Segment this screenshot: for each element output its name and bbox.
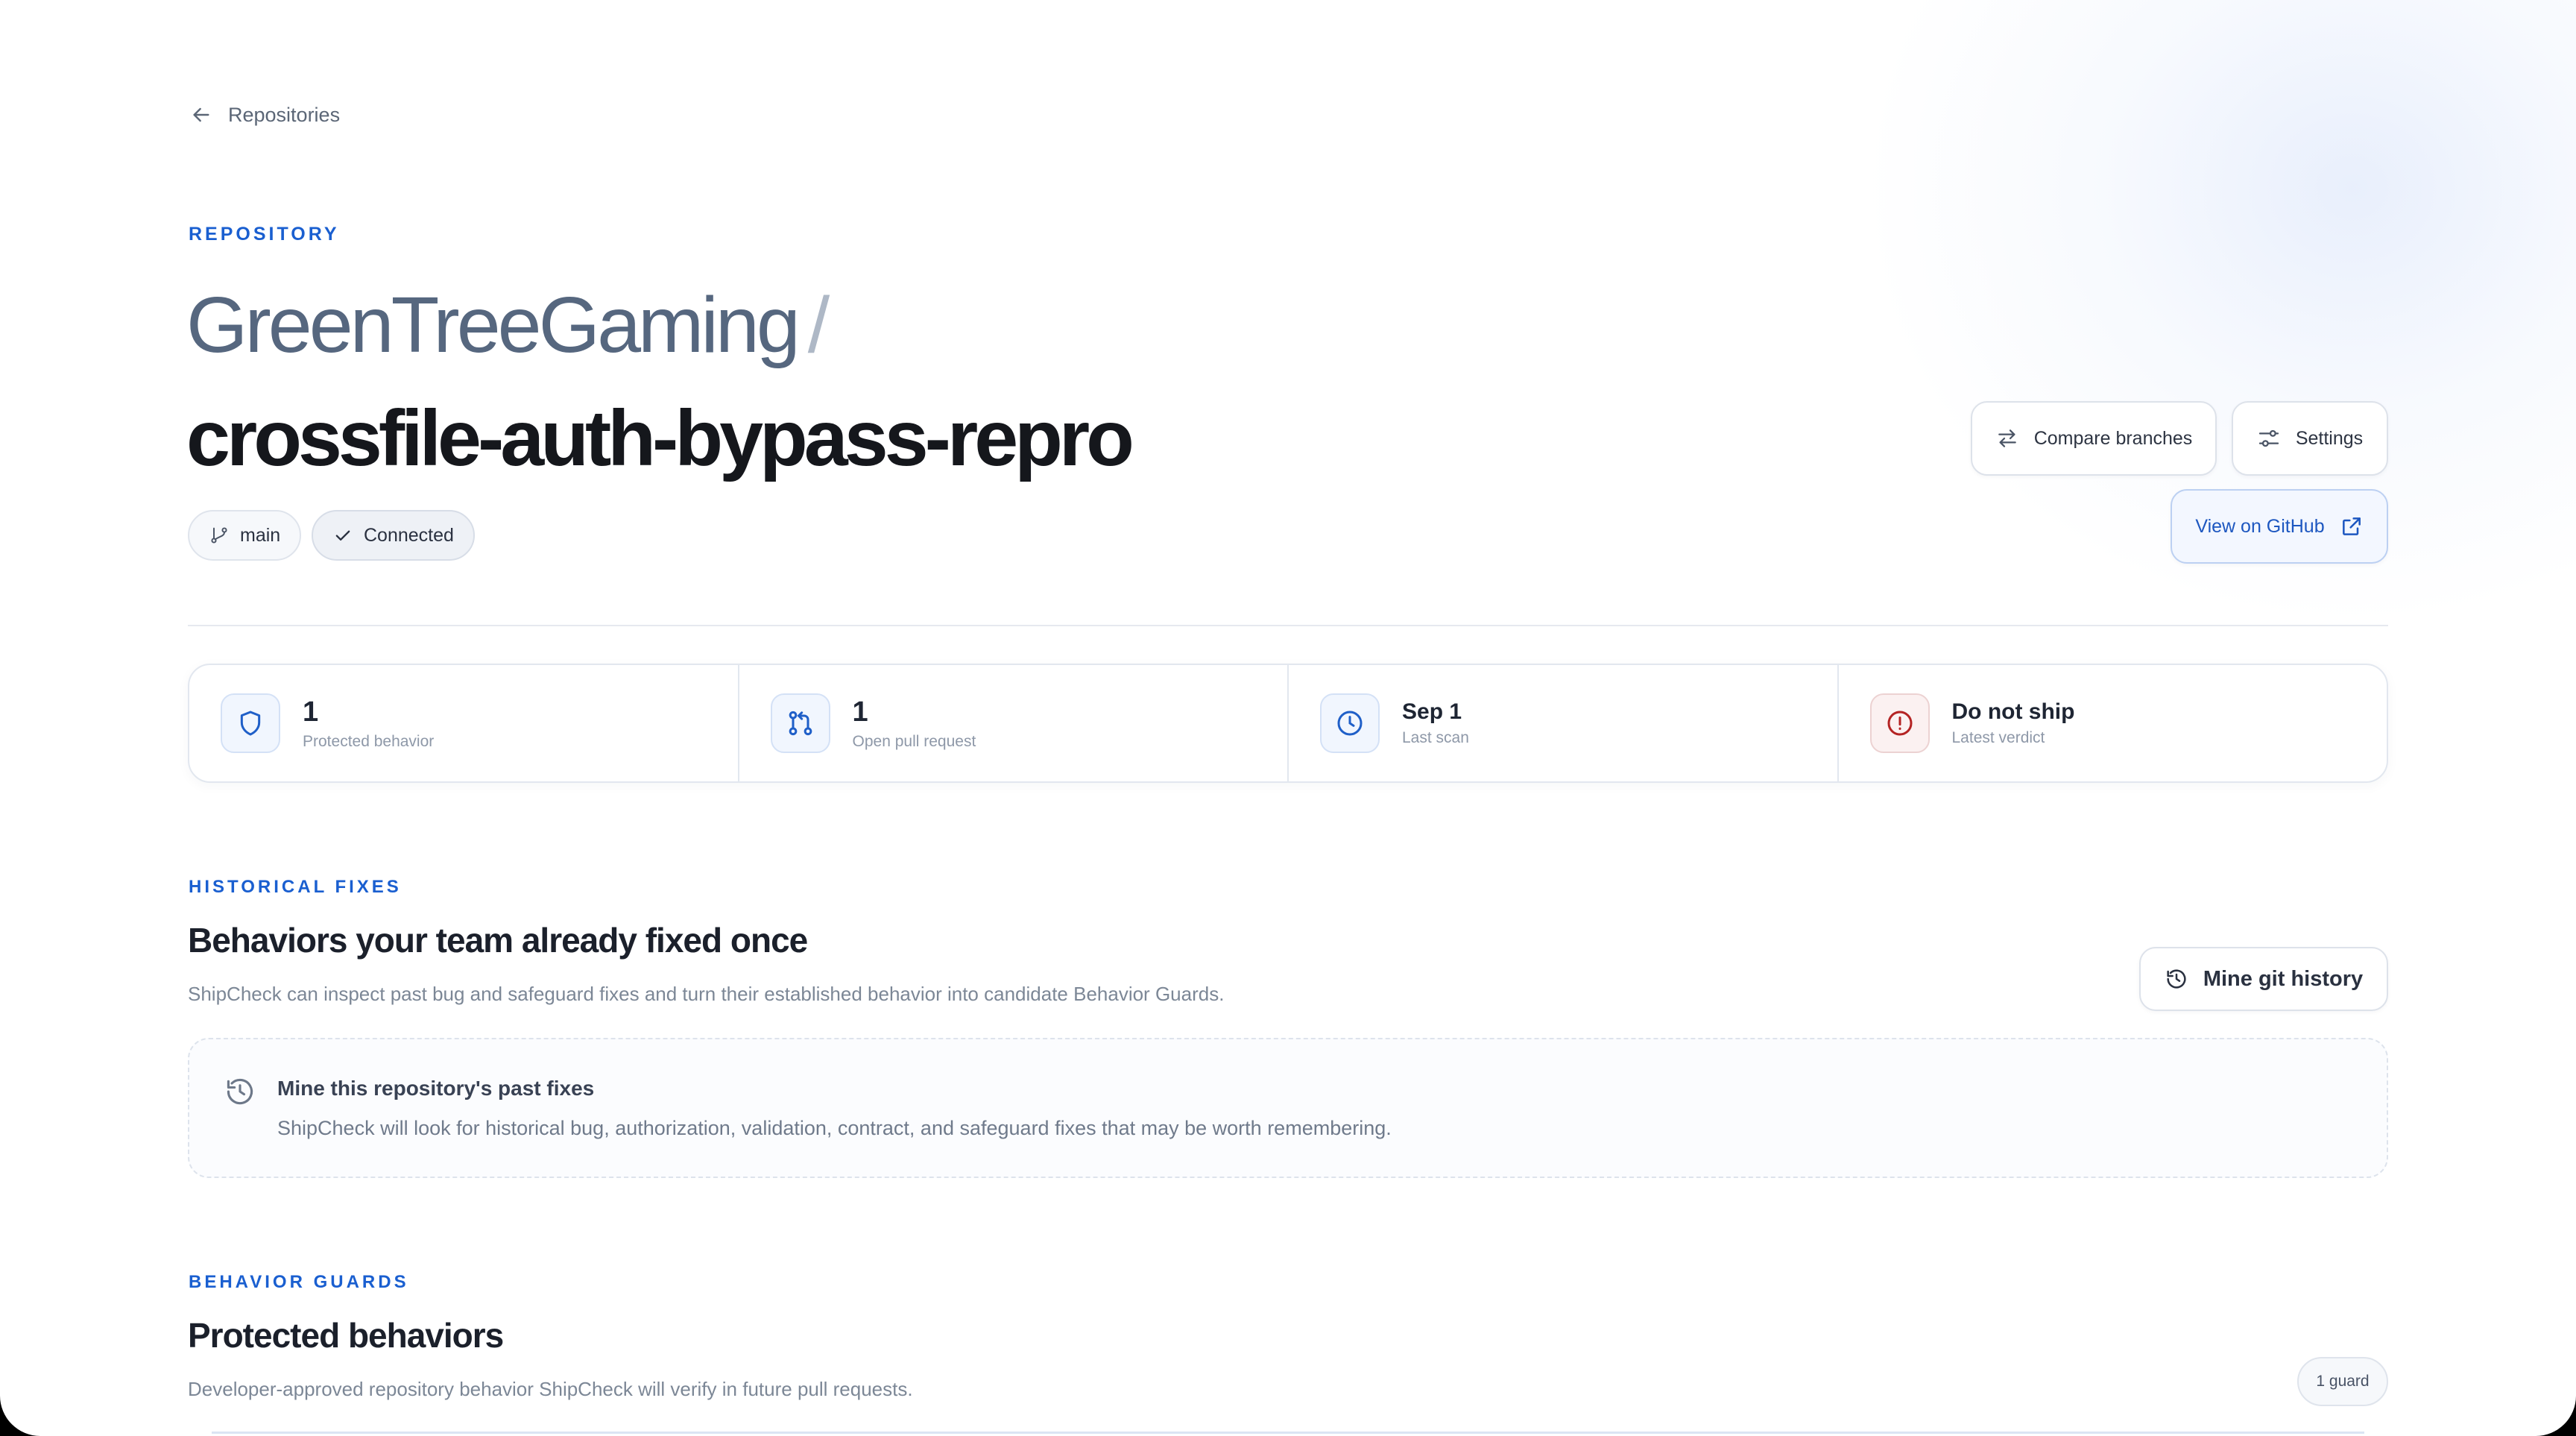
- connection-status-chip: Connected: [312, 510, 475, 561]
- compare-branches-button[interactable]: Compare branches: [1971, 401, 2217, 476]
- historical-fixes-title: Behaviors your team already fixed once: [188, 921, 808, 960]
- history-icon: [227, 1078, 253, 1105]
- behavior-guards-description: Developer-approved repository behavior S…: [188, 1378, 913, 1400]
- repository-page: Repositories REPOSITORY GreenTreeGaming /…: [0, 0, 2576, 1436]
- stats-summary: 1 Protected behavior 1 Open pull request: [188, 664, 2388, 783]
- stat-last-scan: Sep 1 Last scan: [1289, 665, 1839, 781]
- check-icon: [335, 530, 350, 541]
- stat-value: 1: [852, 696, 868, 728]
- settings-button[interactable]: Settings: [2232, 401, 2388, 476]
- repository-name: crossfile-auth-bypass-repro: [186, 394, 1134, 482]
- organization-name: GreenTreeGaming: [186, 281, 801, 369]
- historical-fixes-eyebrow: HISTORICAL FIXES: [189, 877, 402, 897]
- stat-label: Last scan: [1402, 729, 1469, 746]
- view-on-github-button[interactable]: View on GitHub: [2171, 489, 2388, 564]
- pull-request-icon: [770, 693, 830, 753]
- stat-latest-verdict: Do not ship Latest verdict: [1839, 665, 2387, 781]
- header-divider: [188, 625, 2388, 626]
- mine-git-history-label: Mine git history: [2203, 966, 2364, 991]
- back-to-repositories-link[interactable]: Repositories: [189, 103, 340, 127]
- behavior-guards-title: Protected behaviors: [188, 1316, 504, 1355]
- title-separator: /: [807, 281, 830, 369]
- back-link-label: Repositories: [228, 103, 341, 126]
- stat-value: 1: [303, 696, 319, 728]
- historical-fixes-description: ShipCheck can inspect past bug and safeg…: [188, 983, 1225, 1005]
- empty-state-title: Mine this repository's past fixes: [277, 1077, 595, 1100]
- mine-git-history-button[interactable]: Mine git history: [2139, 947, 2388, 1011]
- shield-icon: [221, 693, 280, 753]
- guards-list-card-edge: [212, 1432, 2364, 1436]
- branch-chip: main: [188, 510, 302, 561]
- stat-label: Open pull request: [852, 732, 976, 750]
- alert-circle-icon: [1869, 693, 1930, 753]
- view-on-github-label: View on GitHub: [2195, 515, 2325, 537]
- stat-label: Latest verdict: [1951, 729, 2045, 746]
- guard-count-badge: 1 guard: [2297, 1357, 2388, 1406]
- organization-title: GreenTreeGaming /: [186, 280, 830, 371]
- swap-arrows-icon: [1998, 429, 2016, 447]
- sliders-icon: [2258, 429, 2279, 447]
- clock-icon: [1320, 693, 1380, 753]
- external-link-icon: [2342, 517, 2361, 535]
- history-icon: [2167, 969, 2186, 989]
- stat-label: Protected behavior: [303, 732, 435, 750]
- branch-icon: [211, 527, 227, 544]
- mine-fixes-empty-state: Mine this repository's past fixes ShipCh…: [188, 1038, 2388, 1178]
- arrow-left-icon: [193, 107, 209, 122]
- stat-value: Sep 1: [1402, 699, 1462, 724]
- connection-status: Connected: [364, 524, 454, 546]
- behavior-guards-eyebrow: BEHAVIOR GUARDS: [189, 1272, 409, 1292]
- repository-eyebrow: REPOSITORY: [189, 224, 340, 245]
- stat-protected-behaviors: 1 Protected behavior: [189, 665, 739, 781]
- compare-branches-label: Compare branches: [2033, 427, 2193, 449]
- stat-value: Do not ship: [1951, 699, 2075, 724]
- settings-label: Settings: [2295, 427, 2364, 449]
- stat-open-pull-requests: 1 Open pull request: [739, 665, 1289, 781]
- branch-name: main: [240, 524, 281, 546]
- empty-state-description: ShipCheck will look for historical bug, …: [277, 1117, 1392, 1139]
